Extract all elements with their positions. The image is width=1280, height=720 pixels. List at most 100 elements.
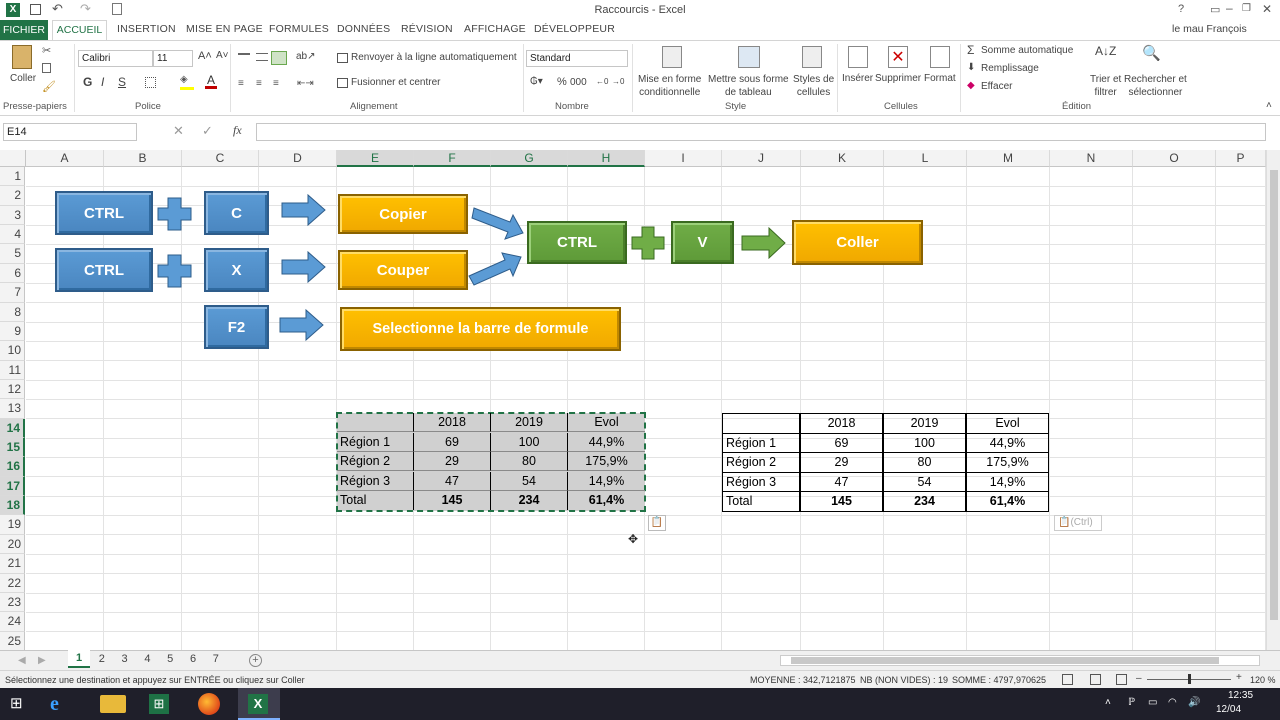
row-header-4[interactable]: 4 — [0, 225, 25, 245]
table1-cell[interactable]: Région 3 — [337, 471, 414, 491]
column-header-f[interactable]: F — [414, 150, 491, 167]
copy-icon[interactable] — [42, 63, 51, 73]
sheet-tab-1[interactable]: 1 — [68, 650, 90, 668]
delete-button[interactable]: Supprimer — [875, 73, 921, 84]
next-sheet-icon[interactable]: ▶ — [38, 655, 46, 666]
row-header-21[interactable]: 21 — [0, 554, 25, 574]
row-header-6[interactable]: 6 — [0, 263, 25, 284]
row-header-14[interactable]: 14 — [0, 418, 25, 439]
collapse-ribbon-icon[interactable]: ˄ — [1266, 100, 1272, 111]
table2-cell[interactable]: 2019 — [883, 413, 966, 434]
table1-cell[interactable]: Région 1 — [337, 432, 414, 452]
row-header-25[interactable]: 25 — [0, 631, 25, 651]
table1-cell[interactable]: 175,9% — [568, 452, 645, 471]
zoom-in-icon[interactable]: + — [1236, 672, 1242, 683]
f2-key[interactable]: F2 — [204, 305, 269, 349]
format-table-button[interactable]: Mettre sous forme de tableau — [708, 73, 789, 99]
table1-cell[interactable]: 100 — [491, 432, 568, 452]
fill-color-icon[interactable]: ◈ — [180, 74, 194, 90]
restore-icon[interactable]: ❐ — [1242, 3, 1251, 14]
tab-mise-en-page[interactable]: MISE EN PAGE — [186, 23, 263, 35]
sort-filter-button[interactable]: Trier et filtrer — [1090, 73, 1121, 99]
table1-cell[interactable]: 234 — [491, 491, 568, 510]
battery-icon[interactable]: ▭ — [1148, 697, 1157, 708]
enter-formula-icon[interactable]: ✓ — [202, 123, 213, 139]
table1-cell[interactable]: 14,9% — [568, 472, 645, 491]
row-header-20[interactable]: 20 — [0, 534, 25, 555]
paste-icon[interactable] — [12, 45, 32, 69]
table1-cell[interactable]: 44,9% — [568, 433, 645, 452]
tab-revision[interactable]: RÉVISION — [401, 23, 453, 35]
border-icon[interactable] — [145, 77, 156, 88]
table2-cell[interactable]: 44,9% — [966, 432, 1049, 453]
row-header-13[interactable]: 13 — [0, 399, 25, 419]
user-name[interactable]: le mau François — [1172, 23, 1247, 35]
sheet-tab-3[interactable]: 3 — [114, 653, 136, 665]
table1-cell[interactable]: Evol — [568, 413, 645, 432]
table1-cell[interactable]: 80 — [491, 452, 568, 471]
row-header-9[interactable]: 9 — [0, 321, 25, 342]
number-format-select[interactable]: Standard — [526, 50, 628, 67]
sheet-tab-7[interactable]: 7 — [205, 653, 227, 665]
column-header-a[interactable]: A — [26, 150, 104, 167]
increase-font-icon[interactable]: A˄ — [198, 50, 212, 62]
v-key[interactable]: V — [671, 221, 734, 264]
fill-button[interactable]: Remplissage — [981, 63, 1039, 74]
excel-taskbar-button[interactable]: X — [238, 688, 280, 720]
row-header-24[interactable]: 24 — [0, 612, 25, 632]
table1-cell[interactable]: Total — [337, 491, 414, 510]
sheet-tab-5[interactable]: 5 — [159, 653, 181, 665]
minimize-icon[interactable]: – — [1226, 1, 1233, 15]
table2-cell[interactable] — [722, 413, 800, 434]
normal-view-icon[interactable] — [1062, 674, 1073, 685]
ribbon-display-icon[interactable]: ▭ — [1210, 3, 1220, 16]
tab-developpeur[interactable]: DÉVELOPPEUR — [534, 23, 615, 35]
row-header-2[interactable]: 2 — [0, 186, 25, 206]
table2-cell[interactable]: 145 — [800, 491, 883, 512]
row-header-22[interactable]: 22 — [0, 573, 25, 593]
column-header-g[interactable]: G — [491, 150, 568, 167]
column-header-j[interactable]: J — [722, 150, 801, 167]
page-layout-icon[interactable] — [1090, 674, 1101, 685]
column-header-b[interactable]: B — [104, 150, 182, 167]
column-header-m[interactable]: M — [967, 150, 1050, 167]
ctrl-key-cut[interactable]: CTRL — [55, 248, 153, 292]
store-icon[interactable]: ⊞ — [149, 694, 169, 714]
table1-cell[interactable] — [337, 413, 414, 432]
table1-cell[interactable]: 145 — [414, 491, 491, 510]
decrease-font-icon[interactable]: A˅ — [216, 50, 229, 61]
table1-cell[interactable]: 2019 — [491, 413, 568, 432]
format-button[interactable]: Format — [924, 73, 956, 84]
merge-center-button[interactable]: Fusionner et centrer — [351, 77, 441, 88]
tab-insertion[interactable]: INSERTION — [117, 23, 176, 35]
percent-icon[interactable]: % — [557, 76, 567, 88]
table2-cell[interactable]: 2018 — [800, 413, 883, 434]
formula-bar-box[interactable]: Selectionne la barre de formule — [340, 307, 621, 351]
currency-icon[interactable]: ₲▾ — [530, 76, 543, 87]
prev-sheet-icon[interactable]: ◀ — [18, 655, 26, 666]
align-top-icon[interactable] — [238, 53, 250, 61]
volume-icon[interactable]: 🔊 — [1188, 697, 1200, 708]
font-color-icon[interactable]: A — [205, 73, 217, 89]
paste-options-icon[interactable]: 📋 — [648, 515, 666, 531]
row-header-10[interactable]: 10 — [0, 341, 25, 361]
table2-cell[interactable]: Total — [722, 491, 800, 512]
table1-cell[interactable]: 29 — [414, 452, 491, 471]
table2-cell[interactable]: 61,4% — [966, 491, 1049, 512]
column-header-n[interactable]: N — [1050, 150, 1133, 167]
horizontal-scrollbar[interactable] — [780, 655, 1260, 666]
tab-formules[interactable]: FORMULES — [269, 23, 329, 35]
insert-button[interactable]: Insérer — [842, 73, 873, 84]
row-header-16[interactable]: 16 — [0, 457, 25, 477]
tray-expand-icon[interactable]: ˄ — [1105, 697, 1111, 708]
horizontal-scroll-thumb[interactable] — [791, 657, 1219, 664]
row-header-23[interactable]: 23 — [0, 592, 25, 613]
row-header-7[interactable]: 7 — [0, 283, 25, 303]
autosum-button[interactable]: Somme automatique — [981, 45, 1073, 56]
select-all-corner[interactable] — [0, 150, 26, 167]
row-header-12[interactable]: 12 — [0, 379, 25, 400]
file-explorer-icon[interactable] — [100, 695, 126, 713]
table1-cell[interactable]: 69 — [414, 432, 491, 452]
coller-box[interactable]: Coller — [792, 220, 923, 265]
row-header-11[interactable]: 11 — [0, 360, 25, 380]
